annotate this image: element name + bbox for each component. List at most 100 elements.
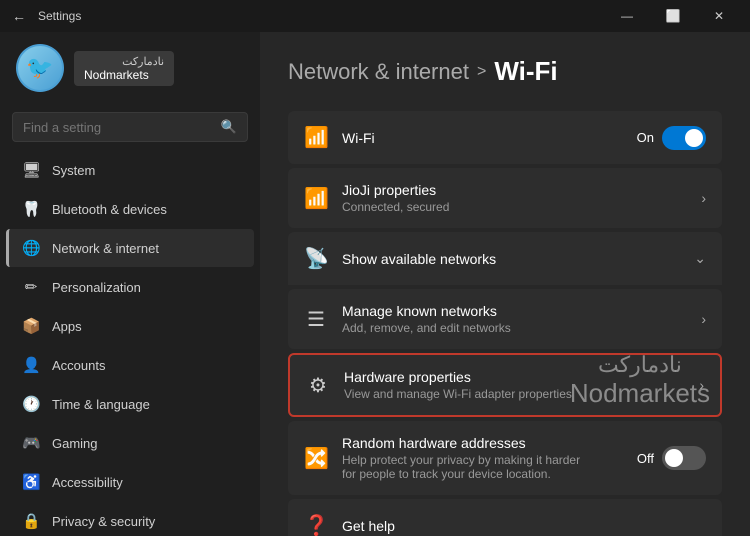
setting-row-right-random-hw: Off <box>637 446 706 470</box>
setting-row-show-networks[interactable]: 📡 Show available networks ⌄ <box>288 232 722 285</box>
setting-icon-hardware-props: ⚙ <box>306 373 330 398</box>
toggle-track-wifi[interactable] <box>662 126 706 150</box>
toggle-thumb-wifi <box>685 129 703 147</box>
titlebar-left: ← Settings <box>8 4 81 28</box>
toggle-wifi[interactable]: On <box>637 126 706 150</box>
sidebar-item-time[interactable]: 🕐 Time & language <box>6 385 254 423</box>
setting-sublabel-hardware-props: View and manage Wi-Fi adapter properties <box>344 387 572 401</box>
toggle-random-hw[interactable]: Off <box>637 446 706 470</box>
sidebar-item-label-accounts: Accounts <box>52 358 105 373</box>
settings-list: 📶 Wi-Fi On 📶 JioJi properties Connected,… <box>288 111 722 536</box>
sidebar: 🐦 نادمارکت Nodmarkets 🔍 🖥 System 🦷 Bluet… <box>0 32 260 536</box>
setting-row-left-show-networks: 📡 Show available networks <box>304 246 496 271</box>
time-icon: 🕐 <box>22 395 40 413</box>
setting-text-show-networks: Show available networks <box>342 251 496 267</box>
setting-text-jioji: JioJi properties Connected, secured <box>342 182 449 214</box>
chevron-icon-manage-networks: › <box>701 311 706 327</box>
search-container: 🔍 <box>0 108 260 150</box>
titlebar: ← Settings — ⬜ ✕ <box>0 0 750 32</box>
privacy-icon: 🔒 <box>22 512 40 530</box>
setting-row-left-get-help: ❓ Get help <box>304 513 395 536</box>
back-icon[interactable]: ← <box>8 4 30 28</box>
setting-row-jioji[interactable]: 📶 JioJi properties Connected, secured › <box>288 168 722 228</box>
search-input[interactable] <box>23 120 213 135</box>
setting-row-right-hardware-props: › <box>699 377 704 393</box>
sidebar-item-personalization[interactable]: ✏ Personalization <box>6 268 254 306</box>
toggle-label-wifi: On <box>637 130 654 145</box>
setting-text-random-hw: Random hardware addresses Help protect y… <box>342 435 580 481</box>
setting-row-manage-networks[interactable]: ☰ Manage known networks Add, remove, and… <box>288 289 722 349</box>
setting-icon-random-hw: 🔀 <box>304 446 328 471</box>
setting-row-random-hw[interactable]: 🔀 Random hardware addresses Help protect… <box>288 421 722 495</box>
setting-icon-jioji: 📶 <box>304 186 328 211</box>
accounts-icon: 👤 <box>22 356 40 374</box>
setting-sublabel-jioji: Connected, secured <box>342 200 449 214</box>
toggle-track-random-hw[interactable] <box>662 446 706 470</box>
avatar-bird-icon: 🐦 <box>18 46 62 90</box>
expand-icon-show-networks: ⌄ <box>694 250 706 267</box>
nav-list: 🖥 System 🦷 Bluetooth & devices 🌐 Network… <box>0 150 260 536</box>
setting-label-show-networks: Show available networks <box>342 251 496 267</box>
setting-row-get-help[interactable]: ❓ Get help <box>288 499 722 536</box>
search-box[interactable]: 🔍 <box>12 112 248 142</box>
setting-row-left-manage-networks: ☰ Manage known networks Add, remove, and… <box>304 303 511 335</box>
setting-row-left-jioji: 📶 JioJi properties Connected, secured <box>304 182 449 214</box>
sidebar-item-label-apps: Apps <box>52 319 82 334</box>
titlebar-controls: — ⬜ ✕ <box>604 0 742 32</box>
sidebar-item-label-gaming: Gaming <box>52 436 98 451</box>
setting-text-get-help: Get help <box>342 518 395 534</box>
setting-text-wifi: Wi-Fi <box>342 130 375 146</box>
setting-row-wifi[interactable]: 📶 Wi-Fi On <box>288 111 722 164</box>
sidebar-item-apps[interactable]: 📦 Apps <box>6 307 254 345</box>
sidebar-item-gaming[interactable]: 🎮 Gaming <box>6 424 254 462</box>
setting-row-hardware-props[interactable]: ⚙ Hardware properties View and manage Wi… <box>288 353 722 417</box>
avatar: 🐦 <box>16 44 64 92</box>
breadcrumb-parent: Network & internet <box>288 59 469 85</box>
setting-sublabel-random-hw: Help protect your privacy by making it h… <box>342 453 580 481</box>
sidebar-item-bluetooth[interactable]: 🦷 Bluetooth & devices <box>6 190 254 228</box>
sidebar-item-label-personalization: Personalization <box>52 280 141 295</box>
content-area: Network & internet > Wi-Fi 📶 Wi-Fi On 📶 <box>260 32 750 536</box>
setting-row-left-wifi: 📶 Wi-Fi <box>304 125 375 150</box>
chevron-icon-jioji: › <box>701 190 706 206</box>
setting-row-right-show-networks: ⌄ <box>694 250 706 267</box>
sidebar-item-accessibility[interactable]: ♿ Accessibility <box>6 463 254 501</box>
setting-row-right-wifi: On <box>637 126 706 150</box>
user-name-arabic: نادمارکت <box>84 55 164 68</box>
sidebar-item-accounts[interactable]: 👤 Accounts <box>6 346 254 384</box>
sidebar-item-system[interactable]: 🖥 System <box>6 151 254 189</box>
breadcrumb-current: Wi-Fi <box>494 56 557 87</box>
sidebar-item-label-privacy: Privacy & security <box>52 514 155 529</box>
search-icon: 🔍 <box>221 119 237 135</box>
apps-icon: 📦 <box>22 317 40 335</box>
user-info: نادمارکت Nodmarkets <box>74 51 174 86</box>
app-body: 🐦 نادمارکت Nodmarkets 🔍 🖥 System 🦷 Bluet… <box>0 32 750 536</box>
setting-icon-show-networks: 📡 <box>304 246 328 271</box>
breadcrumb-separator: > <box>477 63 486 81</box>
setting-row-right-jioji: › <box>701 190 706 206</box>
sidebar-item-privacy[interactable]: 🔒 Privacy & security <box>6 502 254 536</box>
setting-row-right-manage-networks: › <box>701 311 706 327</box>
setting-label-random-hw: Random hardware addresses <box>342 435 580 451</box>
sidebar-item-label-time: Time & language <box>52 397 150 412</box>
personalization-icon: ✏ <box>22 278 40 296</box>
toggle-thumb-random-hw <box>665 449 683 467</box>
sidebar-item-label-network: Network & internet <box>52 241 159 256</box>
system-icon: 🖥 <box>22 161 40 179</box>
setting-row-left-random-hw: 🔀 Random hardware addresses Help protect… <box>304 435 580 481</box>
sidebar-item-label-system: System <box>52 163 95 178</box>
titlebar-title: Settings <box>38 9 81 23</box>
setting-row-left-hardware-props: ⚙ Hardware properties View and manage Wi… <box>306 369 572 401</box>
toggle-label-random-hw: Off <box>637 451 654 466</box>
bluetooth-icon: 🦷 <box>22 200 40 218</box>
gaming-icon: 🎮 <box>22 434 40 452</box>
breadcrumb: Network & internet > Wi-Fi <box>288 56 722 87</box>
sidebar-item-network[interactable]: 🌐 Network & internet <box>6 229 254 267</box>
minimize-button[interactable]: — <box>604 0 650 32</box>
close-button[interactable]: ✕ <box>696 0 742 32</box>
setting-icon-get-help: ❓ <box>304 513 328 536</box>
maximize-button[interactable]: ⬜ <box>650 0 696 32</box>
setting-label-wifi: Wi-Fi <box>342 130 375 146</box>
network-icon: 🌐 <box>22 239 40 257</box>
sidebar-item-label-bluetooth: Bluetooth & devices <box>52 202 167 217</box>
